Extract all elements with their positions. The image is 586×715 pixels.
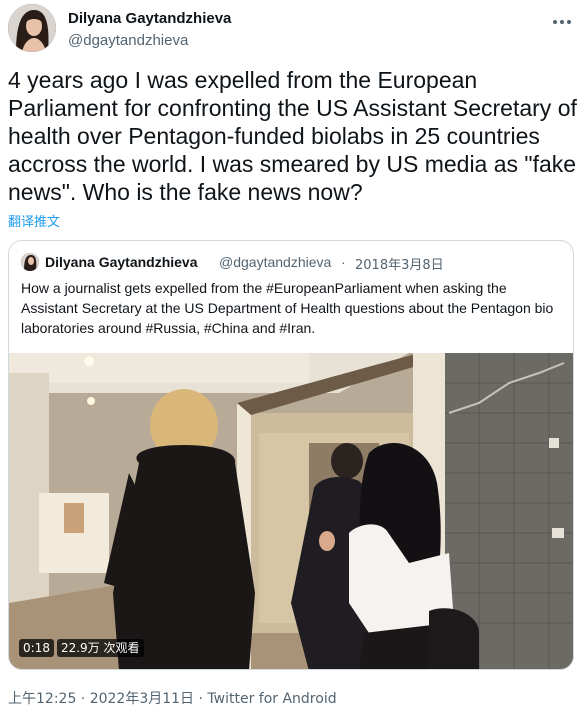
author-name[interactable]: Dilyana Gaytandzhieva [68,10,231,27]
quoted-text: How a journalist gets expelled from the … [21,280,554,336]
author-avatar[interactable] [8,4,56,52]
tweet: Dilyana Gaytandzhieva @dgaytandzhieva 4 … [0,0,586,715]
quoted-tweet[interactable]: Dilyana Gaytandzhieva @dgaytandzhieva · … [8,240,574,670]
video-frame [9,353,573,669]
quoted-date: 2018年3月8日 [355,258,444,273]
video-stats: 0:18 22.9万 次观看 [19,639,147,659]
quoted-author-handle: @dgaytandzhieva [219,254,332,270]
tweet-footer-meta[interactable]: 上午12:25 · 2022年3月11日 · Twitter for Andro… [8,688,337,708]
more-horizontal-icon[interactable] [550,12,574,32]
quoted-author-name: Dilyana Gaytandzhieva [45,254,198,270]
video-player[interactable]: 0:18 22.9万 次观看 [9,353,573,669]
quoted-separator: · [341,254,346,270]
author-handle[interactable]: @dgaytandzhieva [68,32,188,49]
tweet-header: Dilyana Gaytandzhieva @dgaytandzhieva [8,4,578,54]
video-duration: 0:18 [19,639,54,657]
translate-link[interactable]: 翻译推文 [8,211,60,230]
quoted-author-avatar [21,253,39,271]
tweet-text: 4 years ago I was expelled from the Euro… [8,67,577,205]
video-views: 22.9万 次观看 [56,639,144,657]
